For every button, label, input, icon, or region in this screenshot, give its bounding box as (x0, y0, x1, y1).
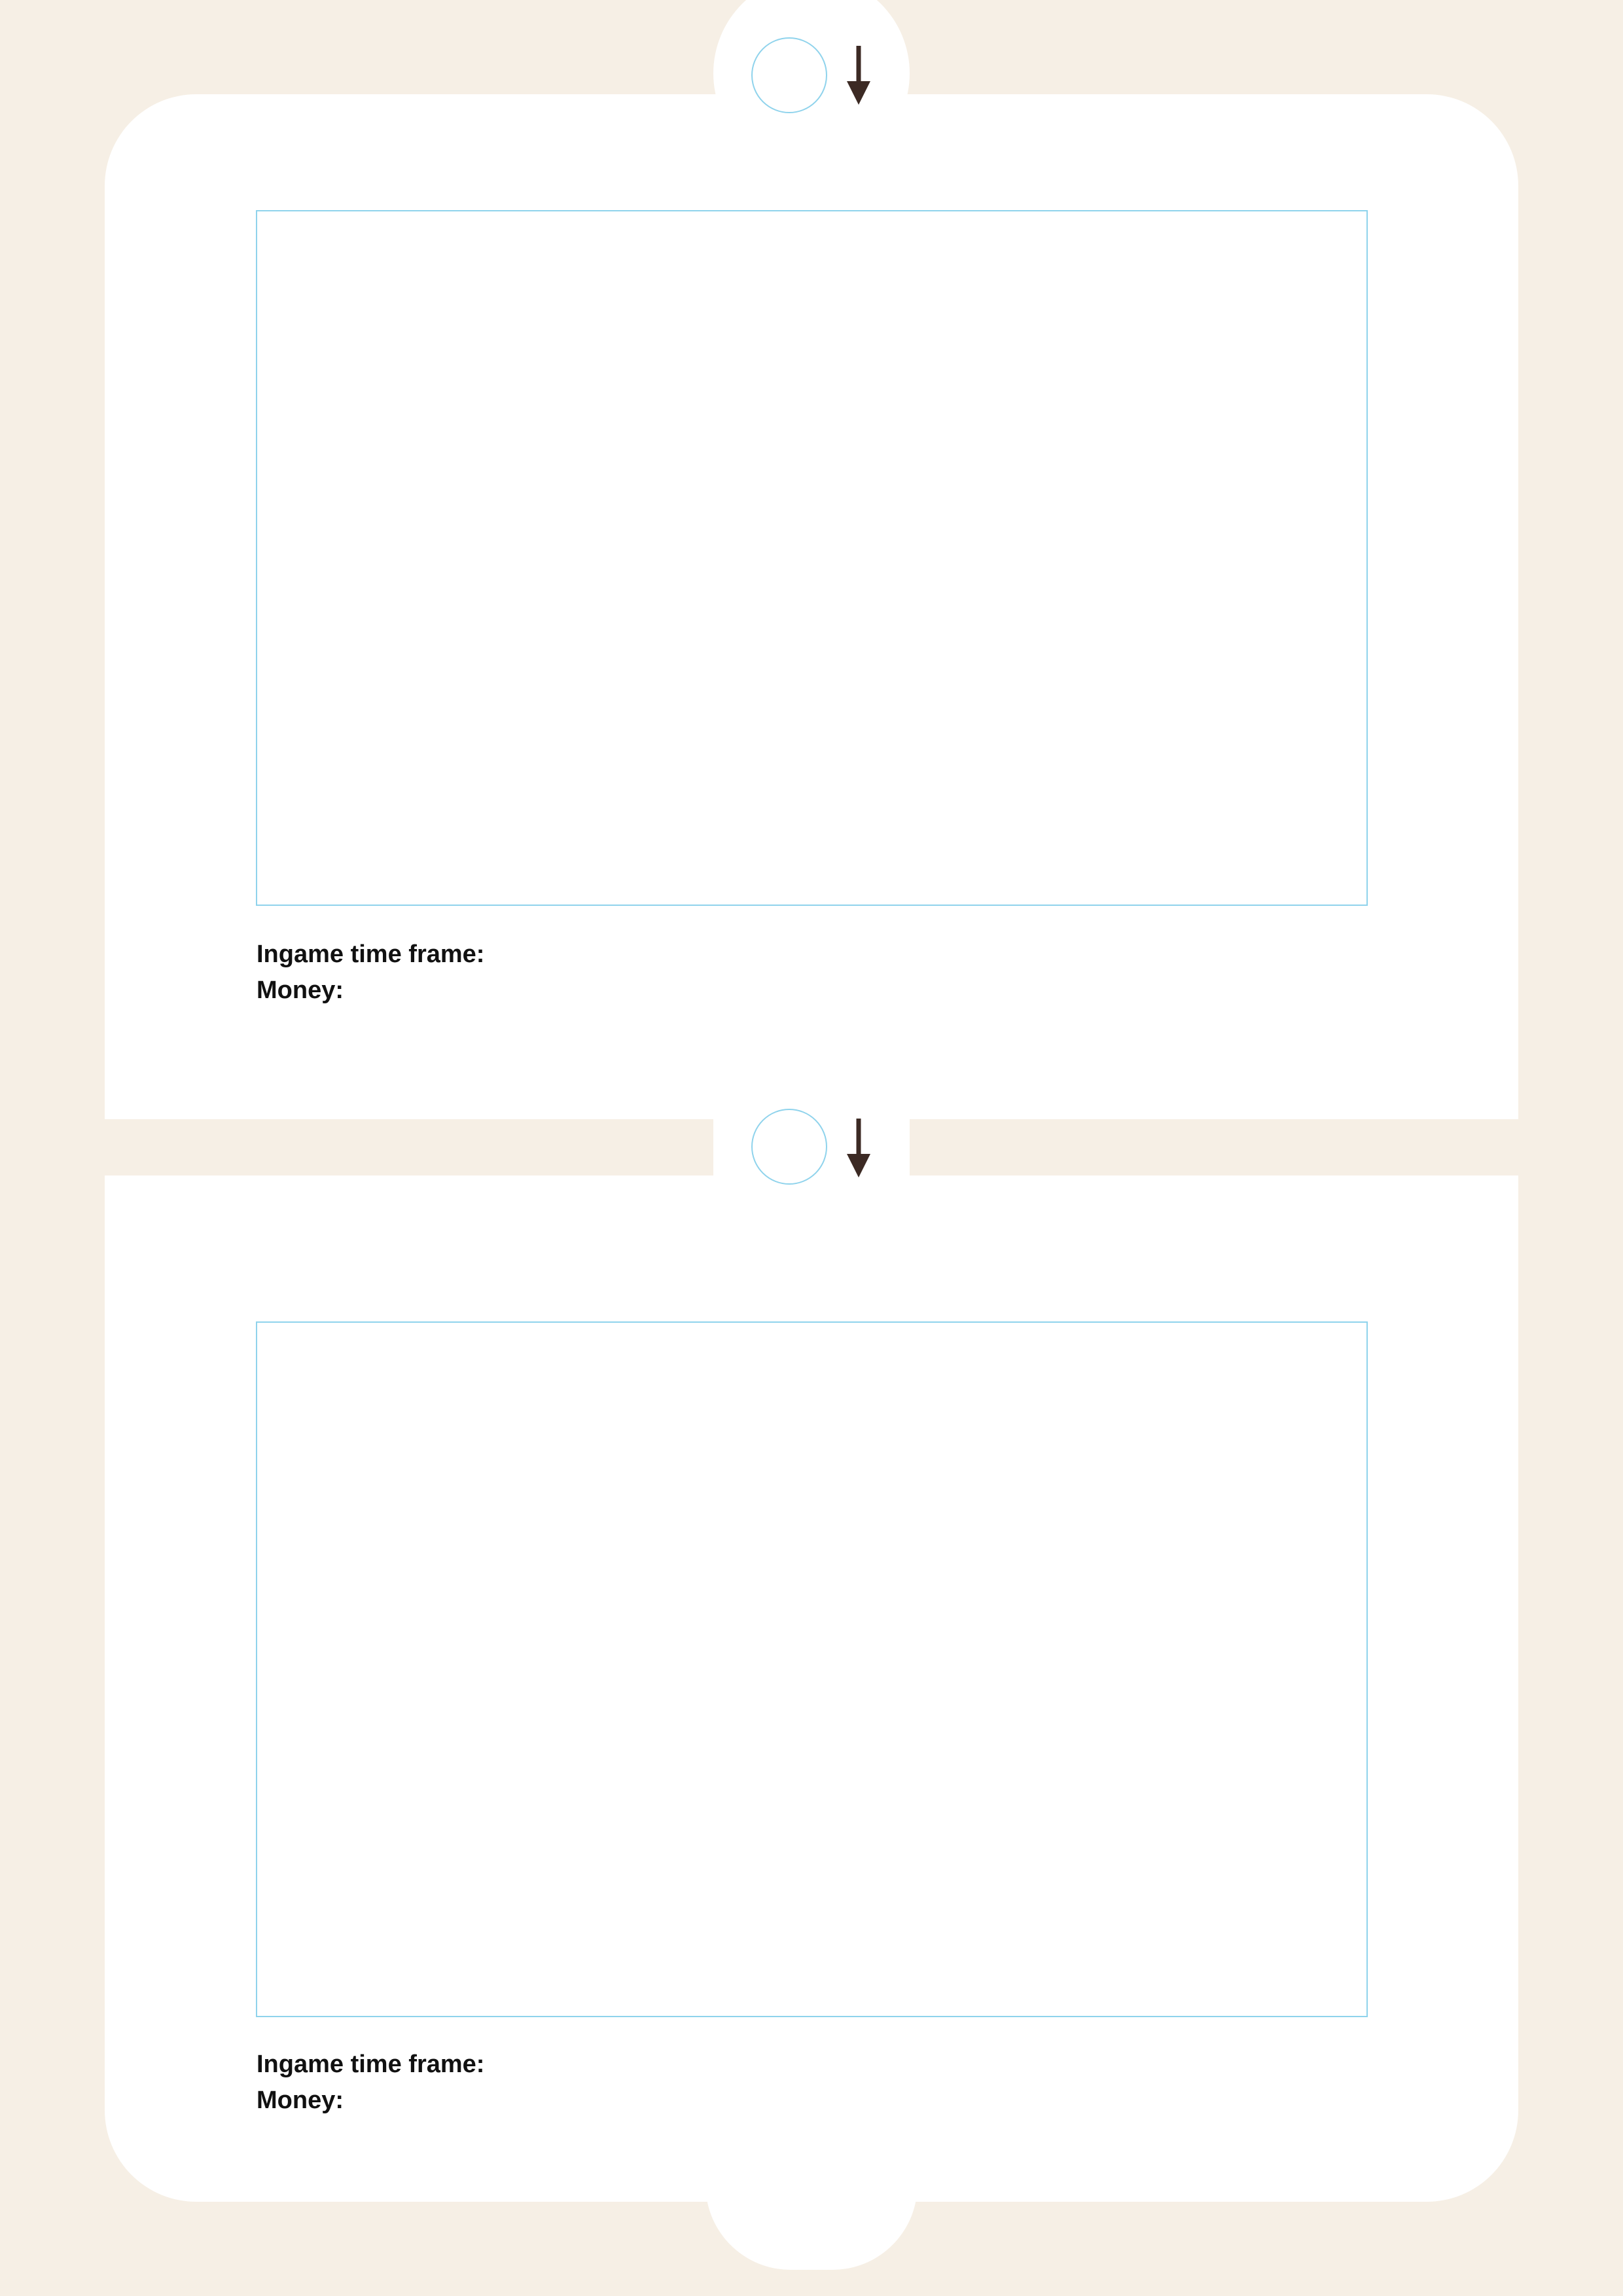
text-layer: Ingame time frame: Money: Ingame time fr… (0, 0, 1623, 2296)
money-label: Money: (257, 2087, 344, 2114)
ingame-time-frame-label: Ingame time frame: (257, 941, 485, 968)
ingame-time-frame-label: Ingame time frame: (257, 2051, 485, 2078)
money-label: Money: (257, 977, 344, 1004)
